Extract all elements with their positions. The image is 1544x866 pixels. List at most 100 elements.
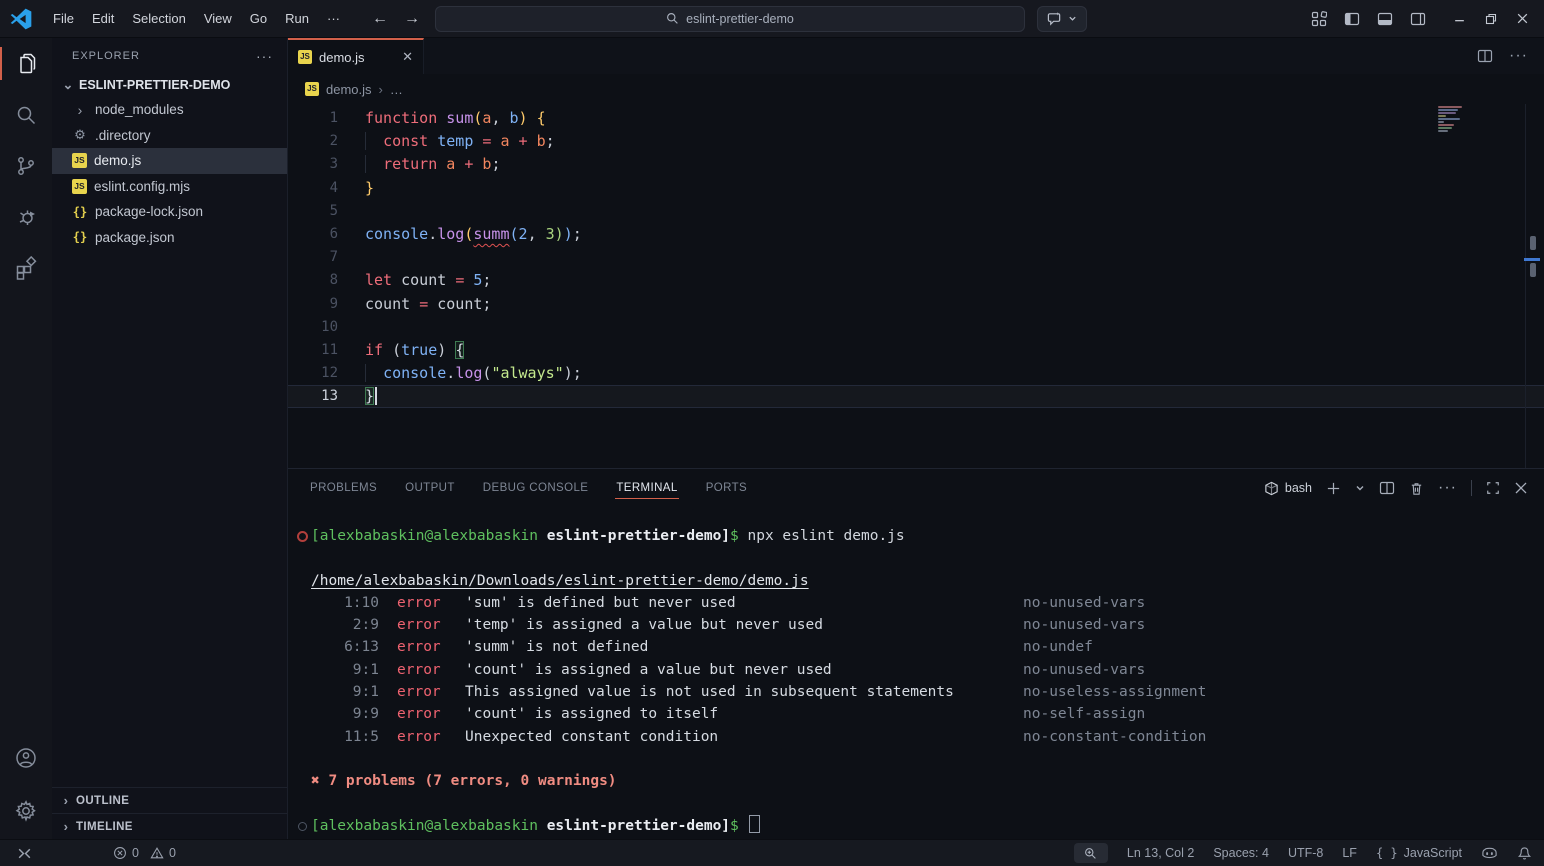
terminal-body[interactable]: [alexbabaskin@alexbabaskin eslint-pretti… bbox=[288, 507, 1544, 839]
menu-file[interactable]: File bbox=[44, 6, 83, 32]
sidebar-section-outline[interactable]: ›OUTLINE bbox=[52, 787, 287, 813]
terminal-text: /home/alexbabaskin/Downloads/eslint-pret… bbox=[311, 570, 809, 592]
file-item-node_modules[interactable]: ›node_modules bbox=[52, 97, 287, 123]
code-line-10[interactable]: 10 bbox=[288, 316, 1544, 339]
warning-count-icon bbox=[150, 846, 164, 860]
breadcrumb-file[interactable]: demo.js bbox=[326, 82, 372, 97]
code-token: = bbox=[455, 271, 473, 289]
terminal-more-icon[interactable]: ··· bbox=[1438, 479, 1457, 497]
sidebar-section-timeline[interactable]: ›TIMELINE bbox=[52, 813, 287, 839]
file-item-demo.js[interactable]: JSdemo.js bbox=[52, 148, 287, 174]
close-panel-icon[interactable] bbox=[1514, 481, 1528, 495]
code-token: function bbox=[365, 109, 446, 127]
split-terminal-icon[interactable] bbox=[1379, 480, 1395, 496]
menu-selection[interactable]: Selection bbox=[123, 6, 194, 32]
close-tab-icon[interactable]: ✕ bbox=[402, 49, 413, 65]
breadcrumb-more[interactable]: … bbox=[390, 82, 403, 97]
code-editor[interactable]: 1function sum(a, b) {2 const temp = a + … bbox=[288, 104, 1544, 468]
new-terminal-icon[interactable] bbox=[1326, 481, 1341, 496]
minimap[interactable] bbox=[1438, 106, 1465, 133]
source-control-icon[interactable] bbox=[0, 140, 52, 191]
copilot-chat-button[interactable] bbox=[1037, 6, 1087, 32]
terminal-instance[interactable]: bash bbox=[1264, 481, 1312, 496]
code-line-7[interactable]: 7 bbox=[288, 246, 1544, 269]
file-item-eslint.config.mjs[interactable]: JSeslint.config.mjs bbox=[52, 174, 287, 200]
overview-ruler-cursor-line bbox=[1524, 258, 1540, 261]
breadcrumb[interactable]: JS demo.js › … bbox=[288, 74, 1544, 104]
menu-run[interactable]: Run bbox=[276, 6, 318, 32]
indentation[interactable]: Spaces: 4 bbox=[1213, 846, 1269, 860]
account-icon[interactable] bbox=[0, 732, 52, 783]
json-file-icon: {} bbox=[72, 205, 88, 219]
extensions-icon[interactable] bbox=[0, 242, 52, 293]
panel-tab-output[interactable]: OUTPUT bbox=[404, 477, 456, 499]
customize-layout-icon[interactable] bbox=[1311, 11, 1327, 27]
settings-gear-icon[interactable] bbox=[0, 783, 52, 839]
code-line-8[interactable]: 8let count = 5; bbox=[288, 269, 1544, 292]
line-number: 1 bbox=[288, 107, 338, 130]
terminal-error-row: 2:9error'temp' is assigned a value but n… bbox=[293, 614, 1544, 636]
encoding[interactable]: UTF-8 bbox=[1288, 846, 1323, 860]
toggle-panel-icon[interactable] bbox=[1377, 11, 1393, 27]
code-token: ) bbox=[519, 109, 528, 127]
menu-view[interactable]: View bbox=[195, 6, 241, 32]
code-line-11[interactable]: 11if (true) { bbox=[288, 339, 1544, 362]
zoom-icon bbox=[1084, 847, 1097, 860]
panel-tab-problems[interactable]: PROBLEMS bbox=[309, 477, 378, 499]
notifications-bell-icon[interactable] bbox=[1517, 846, 1532, 861]
menu-edit[interactable]: Edit bbox=[83, 6, 123, 32]
restore-icon[interactable] bbox=[1485, 13, 1497, 25]
copilot-status-icon[interactable] bbox=[1481, 846, 1498, 861]
kill-terminal-trash-icon[interactable] bbox=[1409, 481, 1424, 496]
terminal-dropdown-chevron-icon[interactable] bbox=[1355, 483, 1365, 493]
code-line-9[interactable]: 9count = count; bbox=[288, 293, 1544, 316]
panel-tab-debug-console[interactable]: DEBUG CONSOLE bbox=[482, 477, 590, 499]
terminal-span: $ bbox=[730, 528, 739, 544]
warning-count: 0 bbox=[169, 846, 176, 860]
code-line-5[interactable]: 5 bbox=[288, 200, 1544, 223]
minimize-icon[interactable] bbox=[1453, 12, 1466, 25]
workspace-root-folder[interactable]: ⌄ ESLINT-PRETTIER-DEMO bbox=[52, 73, 287, 97]
toggle-primary-sidebar-icon[interactable] bbox=[1344, 11, 1360, 27]
code-line-1[interactable]: 1function sum(a, b) { bbox=[288, 107, 1544, 130]
editor-more-icon[interactable]: ··· bbox=[1509, 47, 1528, 65]
code-line-2[interactable]: 2 const temp = a + b; bbox=[288, 130, 1544, 153]
split-editor-icon[interactable] bbox=[1477, 48, 1493, 64]
code-line-12[interactable]: 12 console.log("always"); bbox=[288, 362, 1544, 385]
file-item-.directory[interactable]: ⚙.directory bbox=[52, 123, 287, 149]
explorer-more-icon[interactable]: ··· bbox=[256, 48, 273, 64]
tab-demo-js[interactable]: JS demo.js ✕ bbox=[288, 38, 424, 74]
problems-summary[interactable]: 0 0 bbox=[113, 846, 182, 860]
error-severity: error bbox=[379, 614, 465, 636]
code-line-13[interactable]: 13} bbox=[288, 385, 1544, 408]
maximize-panel-icon[interactable] bbox=[1486, 481, 1500, 495]
toggle-secondary-sidebar-icon[interactable] bbox=[1410, 11, 1426, 27]
menu-[interactable]: ··· bbox=[318, 6, 349, 32]
close-window-icon[interactable] bbox=[1516, 12, 1529, 25]
remote-indicator[interactable] bbox=[16, 845, 33, 862]
language-mode[interactable]: { } JavaScript bbox=[1376, 846, 1462, 860]
file-item-package-lock.json[interactable]: {}package-lock.json bbox=[52, 199, 287, 225]
code-token: { bbox=[455, 341, 464, 359]
menu-go[interactable]: Go bbox=[241, 6, 276, 32]
eol-sequence[interactable]: LF bbox=[1342, 846, 1357, 860]
zoom-indicator[interactable] bbox=[1074, 843, 1108, 863]
back-icon[interactable]: ← bbox=[371, 10, 389, 28]
code-token: . bbox=[446, 364, 455, 382]
command-center-search[interactable]: eslint-prettier-demo bbox=[435, 6, 1025, 32]
code-line-4[interactable]: 4} bbox=[288, 177, 1544, 200]
cursor-position[interactable]: Ln 13, Col 2 bbox=[1127, 846, 1194, 860]
indent-guide bbox=[365, 132, 383, 150]
panel-tab-ports[interactable]: PORTS bbox=[705, 477, 748, 499]
search-sidebar-icon[interactable] bbox=[0, 89, 52, 140]
file-item-package.json[interactable]: {}package.json bbox=[52, 225, 287, 251]
code-line-3[interactable]: 3 return a + b; bbox=[288, 153, 1544, 176]
panel-tab-terminal[interactable]: TERMINAL bbox=[615, 477, 678, 499]
code-line-6[interactable]: 6console.log(summ(2, 3)); bbox=[288, 223, 1544, 246]
status-right: Ln 13, Col 2 Spaces: 4 UTF-8 LF { } Java… bbox=[1074, 843, 1532, 863]
explorer-icon[interactable] bbox=[0, 38, 52, 89]
error-message: 'count' is assigned a value but never us… bbox=[465, 659, 1023, 681]
run-debug-icon[interactable] bbox=[0, 191, 52, 242]
forward-icon[interactable]: → bbox=[403, 10, 421, 28]
code-token: ) bbox=[555, 225, 564, 243]
